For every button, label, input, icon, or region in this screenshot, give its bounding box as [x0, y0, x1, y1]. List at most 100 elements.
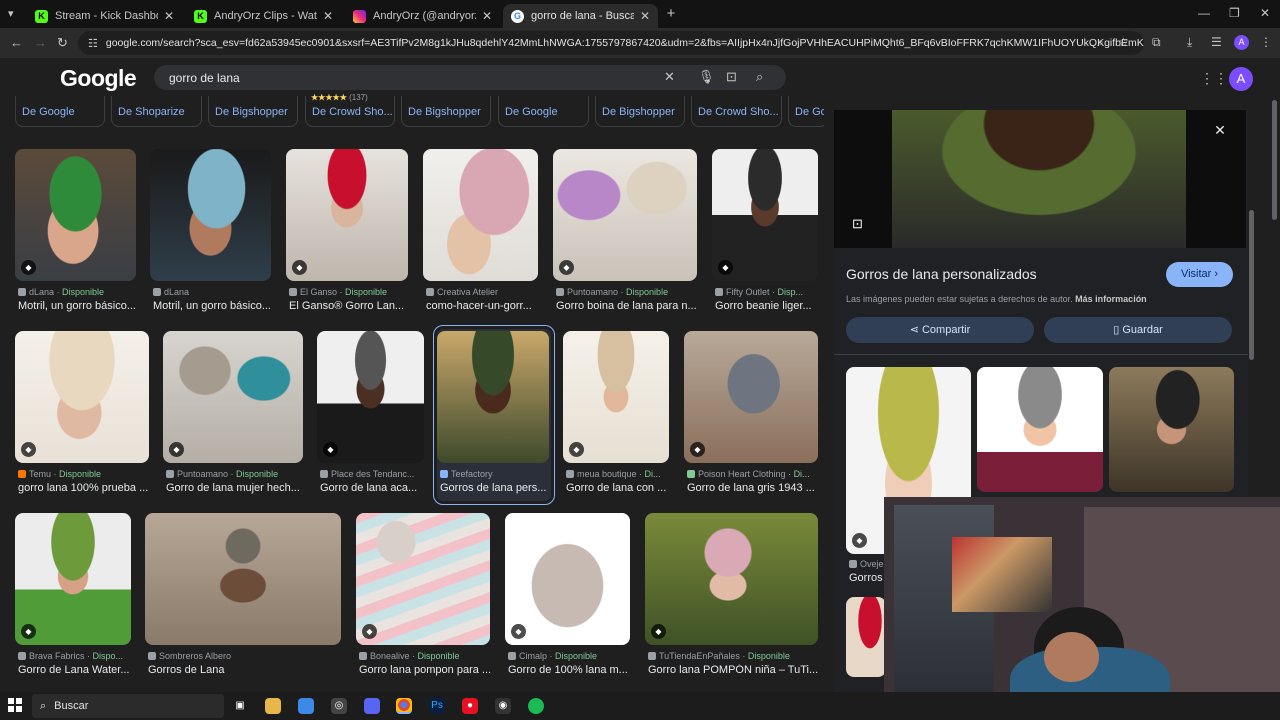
- related-result[interactable]: [977, 367, 1103, 492]
- browser-profile-avatar[interactable]: A: [1234, 35, 1249, 50]
- shopping-source[interactable]: De Bigshopper: [595, 96, 685, 127]
- app-icon[interactable]: ◉: [495, 698, 511, 714]
- image-result[interactable]: Sombreros Albero Gorros de Lana: [145, 513, 341, 683]
- preview-title[interactable]: Gorros de lana personalizados: [846, 266, 1037, 282]
- download-icon[interactable]: ⤓: [1187, 35, 1192, 50]
- restore-icon[interactable]: ❐: [1229, 6, 1240, 20]
- lens-icon[interactable]: ⊡: [726, 69, 737, 85]
- image-result[interactable]: ◆ Poison Heart Clothing · Di... Gorro de…: [684, 331, 818, 501]
- hat-photo: ◆: [286, 149, 408, 281]
- save-button[interactable]: ▯ Guardar: [1044, 317, 1232, 343]
- image-result[interactable]: ◆ meua boutique · Di... Gorro de lana co…: [563, 331, 669, 501]
- hat-photo: [145, 513, 341, 645]
- tab-kick-clips[interactable]: K AndryOrz Clips - Watch Live on ✕: [186, 4, 341, 28]
- close-tab-icon[interactable]: ✕: [640, 9, 650, 23]
- clear-icon[interactable]: ✕: [664, 69, 675, 85]
- shopping-source[interactable]: De Crowd Sho...: [691, 96, 782, 127]
- image-result[interactable]: ◆ dLana · Disponible Motril, un gorro bá…: [15, 149, 136, 319]
- extensions-icon[interactable]: ⧉: [1152, 35, 1161, 50]
- close-tab-icon[interactable]: ✕: [482, 9, 492, 23]
- tab-kick-dashboard[interactable]: K Stream - Kick Dashboard ✕: [27, 4, 182, 28]
- search-icon: ⌕: [40, 699, 47, 712]
- file-explorer-icon[interactable]: [265, 698, 281, 714]
- bookmark-star-icon[interactable]: ☆: [1118, 35, 1129, 49]
- tab-search-icon[interactable]: ▾: [8, 7, 14, 20]
- image-result[interactable]: ◆ Place des Tendanc... Gorro de lana aca…: [317, 331, 424, 501]
- store-icon[interactable]: [298, 698, 314, 714]
- discord-icon[interactable]: [364, 698, 380, 714]
- result-title: Gorro boina de lana para n...: [556, 300, 697, 312]
- page-scrollbar[interactable]: [1272, 100, 1277, 220]
- chrome-icon[interactable]: [396, 698, 412, 714]
- taskbar-search[interactable]: ⌕ Buscar: [32, 694, 224, 718]
- minimize-icon[interactable]: —: [1198, 6, 1210, 20]
- app-icon[interactable]: ●: [462, 698, 478, 714]
- hat-photo: ◆: [15, 513, 131, 645]
- result-title: Gorro lana pompon para ...: [359, 664, 492, 676]
- preview-image[interactable]: [834, 110, 1246, 248]
- back-icon[interactable]: ←: [10, 35, 23, 50]
- new-tab-button[interactable]: +: [662, 5, 680, 23]
- image-result[interactable]: ◆ Temu · Disponible gorro lana 100% prue…: [15, 331, 149, 501]
- image-result[interactable]: ◆ Cimalp · Disponible Gorro de 100% lana…: [505, 513, 630, 683]
- close-tab-icon[interactable]: ✕: [323, 9, 333, 23]
- search-query: gorro de lana: [169, 70, 240, 85]
- shopping-source[interactable]: De Google: [498, 96, 589, 127]
- more-info-link[interactable]: Más información: [1075, 294, 1147, 304]
- task-view-icon[interactable]: ▣: [232, 698, 248, 714]
- shopping-tag-icon: ◆: [21, 260, 36, 275]
- share-button[interactable]: ⋖ Compartir: [846, 317, 1034, 343]
- related-result[interactable]: [846, 597, 886, 687]
- close-preview-icon[interactable]: ✕: [1210, 122, 1230, 142]
- windows-start-icon[interactable]: [8, 698, 22, 712]
- google-account-avatar[interactable]: A: [1229, 67, 1253, 91]
- shopping-source[interactable]: De Bigshopper: [401, 96, 491, 127]
- image-result[interactable]: ◆ El Ganso · Disponible El Ganso® Gorro …: [286, 149, 408, 319]
- shopping-source[interactable]: De Shoparize: [111, 96, 202, 127]
- result-source: Bonealive · Disponible: [359, 651, 460, 661]
- address-bar[interactable]: ☷ google.com/search?sca_esv=fd62a53945ec…: [78, 31, 1144, 55]
- shopping-tag-icon: ◆: [21, 442, 36, 457]
- google-logo[interactable]: Google: [60, 65, 137, 92]
- close-window-icon[interactable]: ✕: [1260, 6, 1270, 20]
- image-result[interactable]: ◆ Brava Fabrics · Dispo... Gorro de Lana…: [15, 513, 131, 683]
- microphone-icon[interactable]: 🎙: [698, 69, 715, 85]
- tab-google-search[interactable]: G gorro de lana - Buscar con Goo ✕: [503, 4, 658, 28]
- image-result[interactable]: dLana Motril, un gorro básico...: [150, 149, 271, 319]
- related-result[interactable]: [1109, 367, 1234, 492]
- shopping-tag-icon: ◆: [169, 442, 184, 457]
- zoom-icon[interactable]: ⌕: [1097, 35, 1104, 50]
- spotify-icon[interactable]: [528, 698, 544, 714]
- reload-icon[interactable]: ↻: [57, 35, 68, 51]
- menu-icon[interactable]: ⋮: [1260, 35, 1272, 49]
- site-info-icon[interactable]: ☷: [88, 37, 98, 50]
- image-result[interactable]: ◆ Puntoamano · Disponible Gorro boina de…: [553, 149, 697, 319]
- close-tab-icon[interactable]: ✕: [164, 9, 174, 23]
- shopping-source[interactable]: De Google: [15, 96, 105, 127]
- photoshop-icon[interactable]: Ps: [429, 698, 445, 714]
- hat-photo: ◆: [645, 513, 818, 645]
- search-icon[interactable]: ⌕: [756, 69, 763, 85]
- image-result[interactable]: ◆ Puntoamano · Disponible Gorro de lana …: [163, 331, 303, 501]
- visit-button[interactable]: Visitar ›: [1166, 262, 1233, 287]
- image-result[interactable]: Creativa Atelier como-hacer-un-gorr...: [423, 149, 538, 319]
- image-result-selected[interactable]: Teefactory Gorros de lana pers...: [433, 325, 555, 505]
- tab-title: gorro de lana - Buscar con Goo: [531, 10, 634, 22]
- image-result[interactable]: ◆ Bonealive · Disponible Gorro lana pomp…: [356, 513, 492, 683]
- panel-scrollbar[interactable]: [1249, 210, 1254, 360]
- image-result[interactable]: ◆ Fifty Outlet · Disp... Gorro beanie li…: [712, 149, 818, 319]
- result-title: Motril, un gorro básico...: [18, 300, 136, 312]
- tab-instagram[interactable]: AndryOrz (@andryorz7) • Fotos ✕: [345, 4, 500, 28]
- shopping-source[interactable]: De Crowd Sho...: [305, 96, 395, 127]
- search-input[interactable]: gorro de lana ✕ 🎙 ⊡ ⌕: [154, 65, 786, 90]
- forward-icon[interactable]: →: [34, 35, 47, 50]
- reading-list-icon[interactable]: ☰: [1211, 35, 1222, 49]
- hat-photo: ◆: [505, 513, 630, 645]
- image-result[interactable]: ◆ TuTiendaEnPañales · Disponible Gorro l…: [645, 513, 818, 683]
- shopping-source[interactable]: De Bigshopper: [208, 96, 298, 127]
- app-icon[interactable]: ◎: [331, 698, 347, 714]
- result-source: meua boutique · Di...: [566, 469, 661, 479]
- tab-title: AndryOrz (@andryorz7) • Fotos: [373, 10, 476, 22]
- lens-search-icon[interactable]: ⊡: [852, 216, 863, 232]
- shopping-source[interactable]: De Go: [788, 96, 824, 127]
